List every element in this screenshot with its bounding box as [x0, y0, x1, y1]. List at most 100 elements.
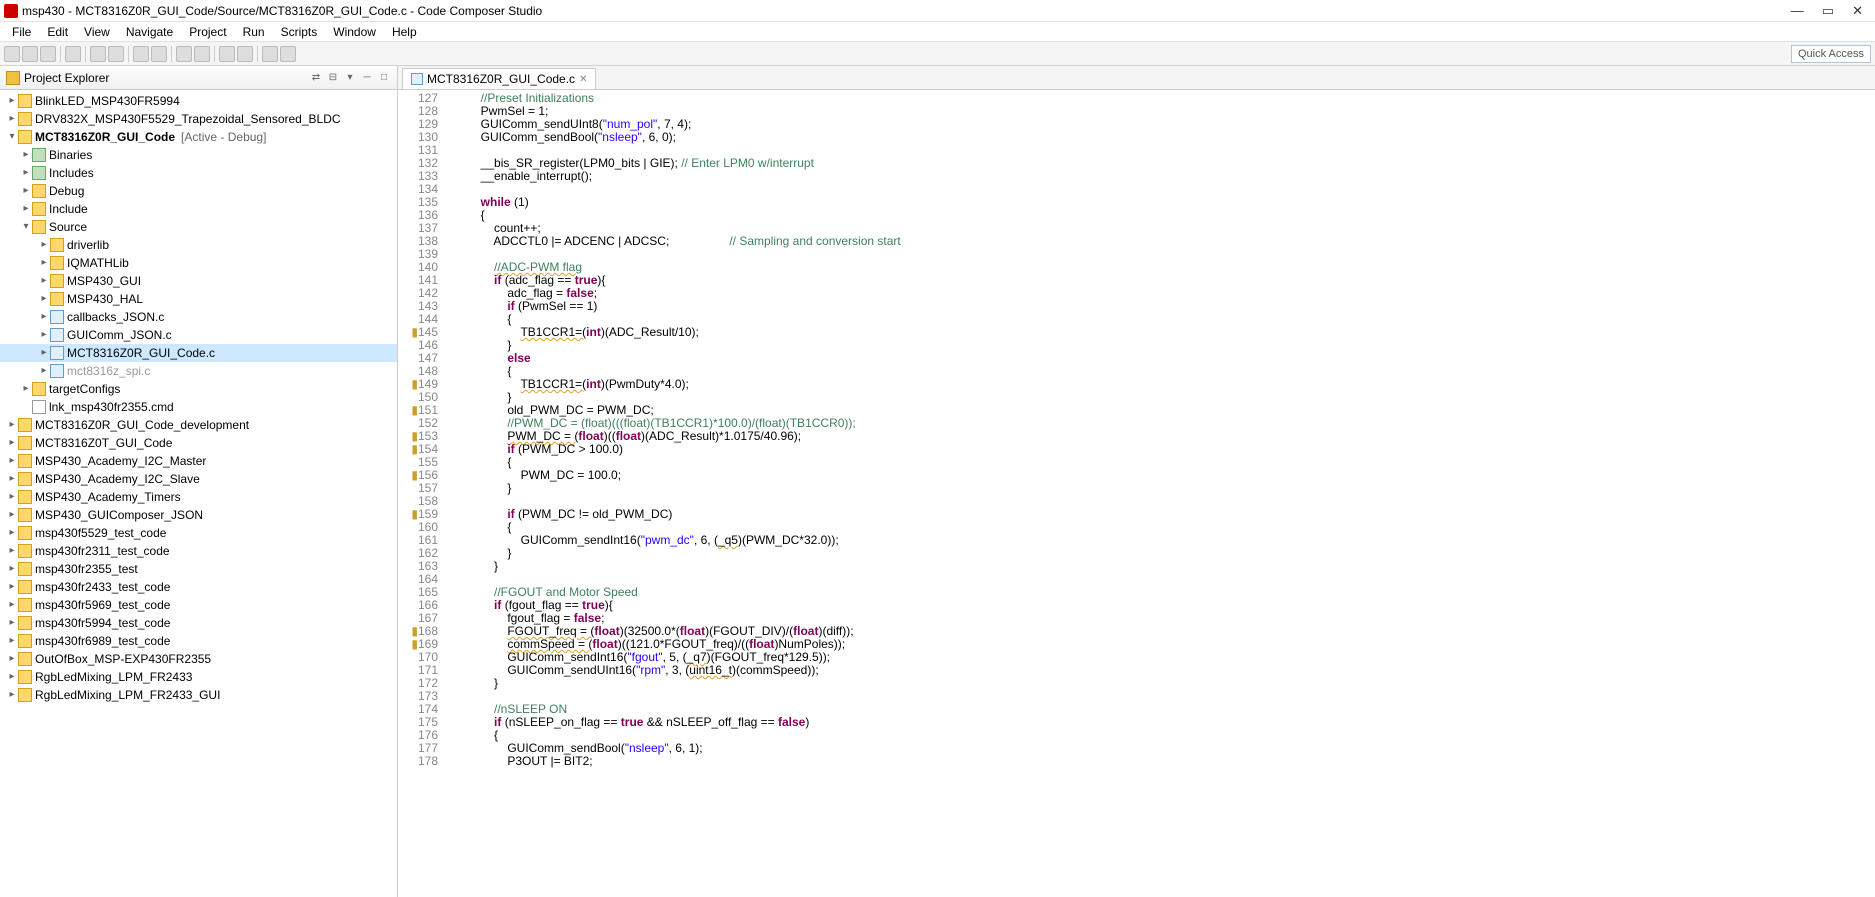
nav-back-button[interactable] — [262, 46, 278, 62]
expand-arrow-icon[interactable]: ▸ — [6, 525, 18, 541]
close-button[interactable]: ✕ — [1852, 3, 1863, 19]
tree-node[interactable]: ▸Debug — [0, 182, 397, 200]
expand-arrow-icon[interactable]: ▸ — [6, 669, 18, 685]
maximize-panel-icon[interactable]: □ — [377, 71, 391, 85]
menu-scripts[interactable]: Scripts — [273, 23, 326, 41]
tree-node[interactable]: ▸MCT8316Z0R_GUI_Code.c — [0, 344, 397, 362]
expand-arrow-icon[interactable]: ▸ — [38, 273, 50, 289]
expand-arrow-icon[interactable]: ▸ — [6, 111, 18, 127]
expand-arrow-icon[interactable]: ▸ — [38, 255, 50, 271]
expand-arrow-icon[interactable]: ▸ — [20, 165, 32, 181]
expand-arrow-icon[interactable]: ▸ — [6, 417, 18, 433]
tree-node[interactable]: ▸msp430fr2311_test_code — [0, 542, 397, 560]
menu-edit[interactable]: Edit — [39, 23, 76, 41]
expand-arrow-icon[interactable]: ▸ — [38, 363, 50, 379]
tree-node[interactable]: ▸GUIComm_JSON.c — [0, 326, 397, 344]
tree-node[interactable]: ▸IQMATHLib — [0, 254, 397, 272]
expand-arrow-icon[interactable]: ▸ — [6, 597, 18, 613]
expand-arrow-icon[interactable]: ▸ — [6, 489, 18, 505]
step-button[interactable] — [151, 46, 167, 62]
tree-node[interactable]: ▸Includes — [0, 164, 397, 182]
tool-button[interactable] — [194, 46, 210, 62]
tree-node[interactable]: ▸Include — [0, 200, 397, 218]
expand-arrow-icon[interactable]: ▸ — [6, 615, 18, 631]
expand-arrow-icon[interactable]: ▸ — [38, 327, 50, 343]
tree-node[interactable]: ▸RgbLedMixing_LPM_FR2433_GUI — [0, 686, 397, 704]
menu-file[interactable]: File — [4, 23, 39, 41]
tree-node[interactable]: ▸MSP430_GUIComposer_JSON — [0, 506, 397, 524]
tree-node[interactable]: ▸msp430fr2433_test_code — [0, 578, 397, 596]
tree-node[interactable]: ▸BlinkLED_MSP430FR5994 — [0, 92, 397, 110]
stop-button[interactable] — [133, 46, 149, 62]
debug-button[interactable] — [90, 46, 106, 62]
pin-button[interactable] — [237, 46, 253, 62]
expand-arrow-icon[interactable]: ▸ — [6, 687, 18, 703]
tree-node[interactable]: ▸MSP430_HAL — [0, 290, 397, 308]
collapse-all-icon[interactable]: ⊟ — [326, 71, 340, 85]
expand-arrow-icon[interactable]: ▾ — [6, 129, 18, 145]
expand-arrow-icon[interactable]: ▸ — [38, 345, 50, 361]
expand-arrow-icon[interactable]: ▸ — [6, 453, 18, 469]
tree-node[interactable]: ▸RgbLedMixing_LPM_FR2433 — [0, 668, 397, 686]
menu-window[interactable]: Window — [325, 23, 384, 41]
expand-arrow-icon[interactable]: ▸ — [6, 561, 18, 577]
tree-node[interactable]: ▸MSP430_Academy_Timers — [0, 488, 397, 506]
menu-navigate[interactable]: Navigate — [118, 23, 181, 41]
tree-node[interactable]: ▸driverlib — [0, 236, 397, 254]
tree-node[interactable]: ▸msp430fr6989_test_code — [0, 632, 397, 650]
expand-arrow-icon[interactable]: ▸ — [20, 147, 32, 163]
expand-arrow-icon[interactable]: ▸ — [20, 381, 32, 397]
search-button[interactable] — [219, 46, 235, 62]
flash-button[interactable] — [176, 46, 192, 62]
expand-arrow-icon[interactable]: ▾ — [20, 219, 32, 235]
tree-node[interactable]: ▸msp430fr5994_test_code — [0, 614, 397, 632]
tree-node[interactable]: ▸MSP430_Academy_I2C_Master — [0, 452, 397, 470]
expand-arrow-icon[interactable]: ▸ — [38, 237, 50, 253]
tree-node[interactable]: ▸msp430f5529_test_code — [0, 524, 397, 542]
tree-node[interactable]: ▸targetConfigs — [0, 380, 397, 398]
view-menu-icon[interactable]: ▾ — [343, 71, 357, 85]
tree-node[interactable]: ▸MCT8316Z0R_GUI_Code_development — [0, 416, 397, 434]
expand-arrow-icon[interactable]: ▸ — [6, 543, 18, 559]
tree-node[interactable]: ▸MCT8316Z0T_GUI_Code — [0, 434, 397, 452]
menu-help[interactable]: Help — [384, 23, 425, 41]
quick-access[interactable]: Quick Access — [1791, 45, 1871, 63]
new-button[interactable] — [4, 46, 20, 62]
expand-arrow-icon[interactable]: ▸ — [20, 201, 32, 217]
expand-arrow-icon[interactable]: ▸ — [6, 651, 18, 667]
maximize-button[interactable]: ▭ — [1822, 3, 1834, 19]
tree-node[interactable]: ▸callbacks_JSON.c — [0, 308, 397, 326]
tree-node[interactable]: lnk_msp430fr2355.cmd — [0, 398, 397, 416]
tree-node[interactable]: ▸DRV832X_MSP430F5529_Trapezoidal_Sensore… — [0, 110, 397, 128]
code-editor[interactable]: 127 128 129 130 131 132 133 134 135 136 … — [398, 90, 1875, 897]
expand-arrow-icon[interactable]: ▸ — [38, 309, 50, 325]
save-button[interactable] — [22, 46, 38, 62]
expand-arrow-icon[interactable]: ▸ — [20, 183, 32, 199]
build-button[interactable] — [65, 46, 81, 62]
expand-arrow-icon[interactable]: ▸ — [6, 471, 18, 487]
close-tab-icon[interactable]: ✕ — [579, 74, 587, 85]
expand-arrow-icon[interactable]: ▸ — [6, 435, 18, 451]
code-content[interactable]: //Preset Initializations PwmSel = 1; GUI… — [446, 90, 1875, 897]
expand-arrow-icon[interactable]: ▸ — [38, 291, 50, 307]
tree-node[interactable]: ▾Source — [0, 218, 397, 236]
menu-view[interactable]: View — [76, 23, 118, 41]
run-button[interactable] — [108, 46, 124, 62]
tree-node[interactable]: ▸msp430fr5969_test_code — [0, 596, 397, 614]
expand-arrow-icon[interactable]: ▸ — [6, 633, 18, 649]
editor-tab[interactable]: MCT8316Z0R_GUI_Code.c ✕ — [402, 68, 596, 89]
link-editor-icon[interactable]: ⇄ — [309, 71, 323, 85]
tree-node[interactable]: ▸mct8316z_spi.c — [0, 362, 397, 380]
save-all-button[interactable] — [40, 46, 56, 62]
expand-arrow-icon[interactable]: ▸ — [6, 507, 18, 523]
tree-node[interactable]: ▸MSP430_Academy_I2C_Slave — [0, 470, 397, 488]
menu-run[interactable]: Run — [235, 23, 273, 41]
minimize-button[interactable]: — — [1791, 3, 1804, 19]
menu-project[interactable]: Project — [181, 23, 234, 41]
nav-fwd-button[interactable] — [280, 46, 296, 62]
expand-arrow-icon[interactable]: ▸ — [6, 579, 18, 595]
project-tree[interactable]: ▸BlinkLED_MSP430FR5994▸DRV832X_MSP430F55… — [0, 90, 397, 897]
tree-node[interactable]: ▸Binaries — [0, 146, 397, 164]
tree-node[interactable]: ▸msp430fr2355_test — [0, 560, 397, 578]
tree-node[interactable]: ▸OutOfBox_MSP-EXP430FR2355 — [0, 650, 397, 668]
